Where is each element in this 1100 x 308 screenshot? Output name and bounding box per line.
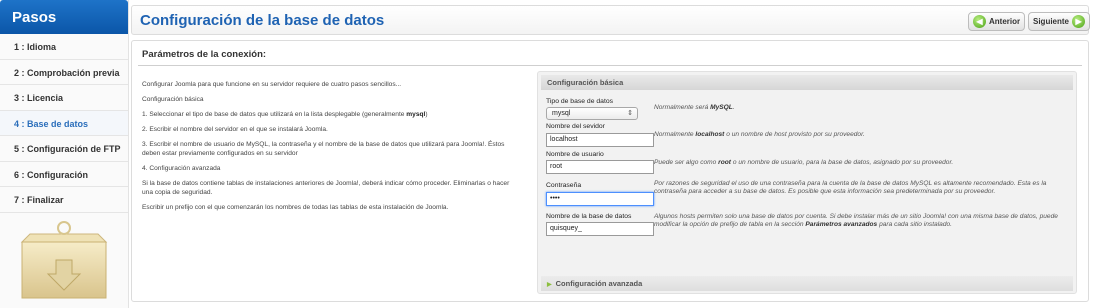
- previous-button[interactable]: ◀ Anterior: [968, 12, 1026, 31]
- sidebar-step-idioma[interactable]: 1 : Idioma: [0, 34, 128, 60]
- previous-button-label: Anterior: [989, 17, 1021, 26]
- dbname-label: Nombre de la base de datos: [546, 213, 632, 220]
- sidebar: Pasos 1 : Idioma 2 : Comprobación previa…: [0, 0, 129, 308]
- password-input[interactable]: ••••: [546, 192, 654, 206]
- basic-config-header[interactable]: Configuración básica: [541, 75, 1073, 90]
- password-label: Contraseña: [546, 182, 582, 189]
- host-label: Nombre del sevidor: [546, 123, 605, 130]
- password-hint: Por razones de seguridad el uso de una c…: [654, 180, 1047, 196]
- advanced-config-label: Configuración avanzada: [555, 279, 643, 288]
- sidebar-step-comprobacion[interactable]: 2 : Comprobación previa: [0, 60, 128, 85]
- next-button-label: Siguiente: [1033, 17, 1070, 26]
- intro-p8: Escribir un prefijo con el que comenzará…: [142, 203, 449, 211]
- dbname-input[interactable]: quisquey_: [546, 222, 654, 236]
- db-type-hint: Normalmente será MySQL.: [654, 104, 735, 111]
- page-header: Configuración de la base de datos ◀ Ante…: [131, 5, 1091, 35]
- divider: [138, 65, 1082, 66]
- sidebar-step-configuracion[interactable]: 6 : Configuración: [0, 162, 128, 187]
- sidebar-step-licencia[interactable]: 3 : Licencia: [0, 85, 128, 111]
- db-type-label: Tipo de base de datos: [546, 98, 614, 105]
- intro-p7: Si la base de datos contiene tablas de i…: [142, 180, 510, 196]
- expand-triangle-icon: ▶: [547, 282, 552, 288]
- host-input[interactable]: localhost: [546, 133, 654, 147]
- db-type-select[interactable]: mysql ⇕: [546, 107, 638, 120]
- config-panel: Configuración básica Tipo de base de dat…: [537, 71, 1077, 294]
- sidebar-title: Pasos: [0, 0, 128, 34]
- next-button[interactable]: Siguiente ▶: [1028, 12, 1091, 31]
- main-panel: Parámetros de la conexión: Configurar Jo…: [131, 40, 1089, 302]
- intro-p1: Configurar Joomla para que funcione en s…: [142, 81, 402, 88]
- dbname-hint: Algunos hosts permiten solo una base de …: [654, 213, 1058, 229]
- host-hint: Normalmente localhost o un nombre de hos…: [654, 131, 865, 138]
- sidebar-step-ftp[interactable]: 5 : Configuración de FTP: [0, 136, 128, 162]
- sidebar-step-finalizar[interactable]: 7 : Finalizar: [0, 187, 128, 213]
- advanced-config-toggle[interactable]: ▶ Configuración avanzada: [541, 276, 1073, 291]
- intro-p5: 3. Escribir el nombre de usuario de MySQ…: [142, 141, 505, 157]
- arrow-left-icon: ◀: [973, 15, 986, 28]
- arrow-right-icon: ▶: [1072, 15, 1086, 28]
- intro-p6: 4. Configuración avanzada: [142, 165, 221, 173]
- user-hint: Puede ser algo como root o un nombre de …: [654, 159, 954, 166]
- select-arrows-icon: ⇕: [627, 110, 633, 117]
- user-input[interactable]: root: [546, 160, 654, 174]
- intro-text: Configurar Joomla para que funcione en s…: [142, 81, 512, 219]
- section-title: Parámetros de la conexión:: [142, 49, 267, 60]
- sidebar-step-base-de-datos[interactable]: 4 : Base de datos: [0, 110, 128, 136]
- intro-p4: 2. Escribir el nombre del servidor en el…: [142, 126, 328, 134]
- intro-p3: 1. Seleccionar el tipo de base de datos …: [142, 111, 428, 119]
- intro-p2: Configuración básica: [142, 96, 204, 104]
- db-type-value: mysql: [552, 110, 571, 117]
- page-title: Configuración de la base de datos: [140, 12, 385, 29]
- joomla-box-icon: [20, 221, 108, 299]
- user-label: Nombre de usuario: [546, 151, 604, 158]
